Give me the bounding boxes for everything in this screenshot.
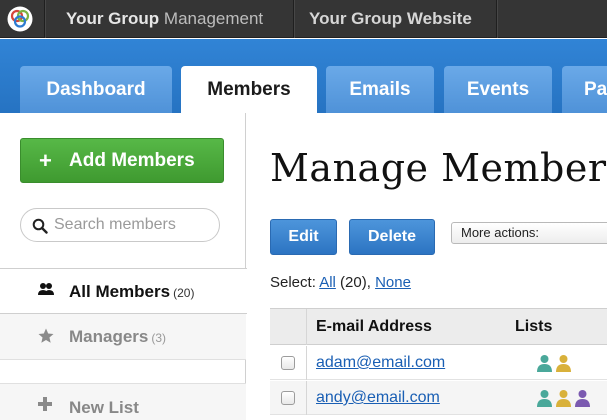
table-header: E-mail Address Lists bbox=[270, 309, 607, 345]
sidebar-item-label: All Members bbox=[69, 282, 171, 301]
row-checkbox[interactable] bbox=[281, 391, 295, 405]
select-none-link[interactable]: None bbox=[375, 274, 411, 291]
member-email-link[interactable]: adam@email.com bbox=[316, 354, 445, 372]
selection-controls: Select: All (20), None bbox=[270, 274, 411, 291]
top-bar: Your Group Management Your Group Website bbox=[0, 0, 607, 38]
tab-pages[interactable]: Pa bbox=[562, 66, 607, 113]
edit-button[interactable]: Edit bbox=[270, 219, 337, 255]
row-checkbox[interactable] bbox=[281, 356, 295, 370]
member-lists bbox=[536, 354, 572, 374]
plus-icon: + bbox=[39, 148, 52, 173]
person-icon bbox=[556, 355, 571, 372]
person-icon bbox=[537, 355, 552, 372]
table-row: andy@email.com bbox=[270, 381, 607, 415]
star-icon bbox=[38, 328, 54, 343]
search-input[interactable] bbox=[54, 215, 212, 235]
sidebar-item-label: Managers bbox=[69, 327, 149, 346]
main-tabs: Dashboard Members Emails Events Pa bbox=[0, 39, 607, 113]
search-box[interactable] bbox=[20, 208, 220, 242]
more-actions-select[interactable]: More actions: bbox=[451, 222, 607, 244]
column-header-lists[interactable]: Lists bbox=[515, 318, 552, 336]
app-logo-icon[interactable] bbox=[7, 6, 33, 32]
select-count: (20), bbox=[340, 274, 371, 291]
search-icon bbox=[32, 218, 48, 234]
person-icon bbox=[556, 390, 571, 407]
tab-dashboard[interactable]: Dashboard bbox=[20, 66, 172, 113]
delete-button[interactable]: Delete bbox=[349, 219, 435, 255]
member-count: (20) bbox=[173, 286, 195, 300]
plus-icon bbox=[38, 397, 52, 411]
tab-events[interactable]: Events bbox=[444, 66, 552, 113]
column-header-email[interactable]: E-mail Address bbox=[316, 318, 432, 336]
select-label: Select: bbox=[270, 274, 316, 291]
website-link[interactable]: Your Group Website bbox=[309, 9, 472, 29]
new-list-button[interactable]: New List bbox=[0, 383, 246, 420]
sidebar-item-label: New List bbox=[69, 398, 139, 417]
page-title: Manage Members bbox=[270, 146, 607, 190]
add-members-button[interactable]: + Add Members bbox=[20, 138, 224, 183]
tab-members[interactable]: Members bbox=[181, 66, 317, 113]
members-table: E-mail Address Lists adam@email.com andy… bbox=[270, 308, 607, 420]
people-icon bbox=[38, 283, 54, 295]
person-icon bbox=[537, 390, 552, 407]
member-email-link[interactable]: andy@email.com bbox=[316, 389, 440, 407]
sidebar-item-managers[interactable]: Managers (3) bbox=[0, 314, 246, 360]
app-title-link[interactable]: Your Group Management bbox=[66, 9, 263, 29]
tab-emails[interactable]: Emails bbox=[326, 66, 434, 113]
table-row: adam@email.com bbox=[270, 346, 607, 380]
select-all-link[interactable]: All bbox=[319, 274, 336, 291]
manager-count: (3) bbox=[151, 331, 167, 345]
sidebar-item-all-members[interactable]: All Members (20) bbox=[0, 268, 247, 314]
member-lists bbox=[536, 389, 591, 409]
person-icon bbox=[575, 390, 590, 407]
sidebar: + Add Members All Members(20) Managers(3… bbox=[0, 113, 247, 420]
